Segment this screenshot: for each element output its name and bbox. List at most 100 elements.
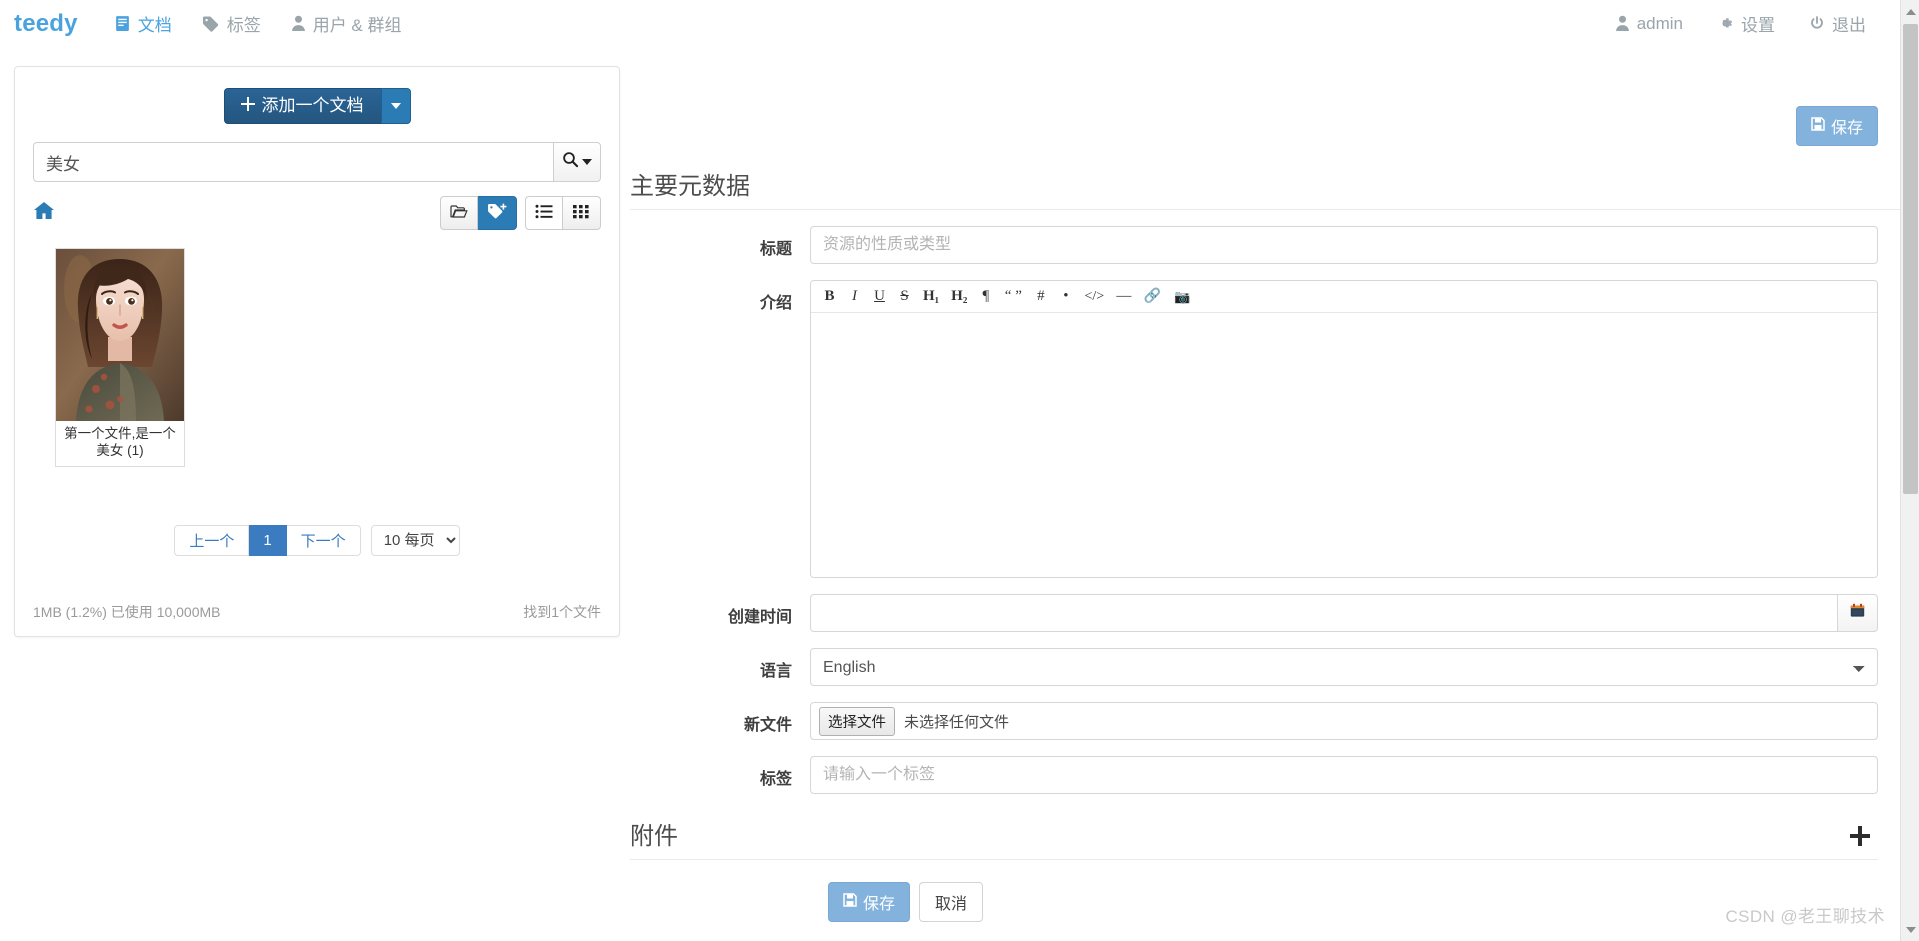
add-document-dropdown-toggle[interactable]: [381, 88, 411, 124]
add-document-label: 添加一个文档: [262, 97, 364, 114]
nav-item-documents[interactable]: 文档: [114, 11, 172, 36]
created-date-input[interactable]: [810, 594, 1838, 632]
bold-icon[interactable]: B: [817, 283, 842, 311]
search-input[interactable]: [33, 142, 553, 182]
page-scrollbar[interactable]: [1900, 0, 1919, 941]
file-picker[interactable]: 选择文件 未选择任何文件: [810, 702, 1878, 740]
save-icon: [1811, 117, 1825, 136]
power-icon: [1809, 15, 1825, 32]
nav-item-users-groups[interactable]: 用户 & 群组: [291, 11, 402, 36]
tags-input[interactable]: [810, 756, 1878, 794]
nav-item-settings-label: 设置: [1741, 11, 1775, 36]
per-page-select[interactable]: 10 每页: [371, 525, 460, 556]
form-row-new-file: 新文件 选择文件 未选择任何文件: [630, 702, 1900, 740]
heading-1-icon[interactable]: H₁: [917, 283, 945, 311]
search-group: [33, 142, 601, 182]
quote-icon[interactable]: “ ”: [998, 283, 1028, 311]
description-editor: B I U S H₁ H₂ ¶ “ ” # • </> — 🔗 📷: [810, 280, 1878, 578]
scroll-down-arrow-icon[interactable]: [1901, 920, 1919, 939]
calendar-button[interactable]: [1838, 594, 1878, 632]
document-icon: [114, 15, 131, 32]
home-icon[interactable]: [33, 201, 55, 226]
bullet-list-icon[interactable]: •: [1053, 283, 1078, 311]
horizontal-rule-icon[interactable]: —: [1110, 283, 1137, 311]
section-title-attachments: 附件: [630, 816, 678, 851]
view-toggle-groups: [440, 196, 601, 230]
folder-open-icon: [450, 204, 468, 222]
save-button-top[interactable]: 保存: [1796, 106, 1878, 146]
heading-2-icon[interactable]: H₂: [945, 283, 973, 311]
section-attachments-header: 附件: [630, 816, 1878, 860]
scroll-up-arrow-icon[interactable]: [1901, 2, 1919, 21]
search-icon: [562, 151, 579, 173]
save-button-bottom[interactable]: 保存: [828, 882, 910, 922]
paragraph-icon[interactable]: ¶: [973, 283, 998, 311]
editor-toolbar: B I U S H₁ H₂ ¶ “ ” # • </> — 🔗 📷: [811, 281, 1877, 313]
top-navbar: teedy 文档 标签 用户 & 群组: [0, 0, 1900, 47]
add-document-group: 添加一个文档: [15, 67, 619, 124]
gear-icon: [1717, 15, 1734, 32]
results-count-label: 找到1个文件: [523, 602, 601, 622]
panel-toolbar: [33, 196, 601, 230]
next-page-button[interactable]: 下一个: [287, 525, 361, 556]
brand-logo[interactable]: teedy: [14, 10, 78, 38]
section-title-main-metadata: 主要元数据: [630, 166, 1900, 210]
search-button[interactable]: [553, 142, 601, 182]
list-view-button[interactable]: [525, 196, 563, 230]
nav-item-settings[interactable]: 设置: [1717, 11, 1775, 36]
top-save-row: 保存: [630, 56, 1900, 146]
title-label: 标题: [630, 226, 810, 259]
document-title: 第一个文件,是一个美女 (1): [56, 421, 184, 466]
app-root: teedy 文档 标签 用户 & 群组: [0, 0, 1919, 941]
page-buttons: 上一个 1 下一个: [174, 525, 360, 556]
pagination: 上一个 1 下一个 10 每页: [15, 525, 619, 556]
underline-icon[interactable]: U: [867, 283, 892, 311]
save-button-bottom-label: 保存: [863, 890, 895, 914]
prev-page-button[interactable]: 上一个: [174, 525, 249, 556]
form-row-description: 介绍 B I U S H₁ H₂ ¶ “ ” # • </>: [630, 280, 1900, 578]
image-icon[interactable]: 📷: [1167, 283, 1197, 311]
plus-icon: [241, 97, 255, 114]
page-1-button[interactable]: 1: [249, 525, 286, 556]
add-document-button[interactable]: 添加一个文档: [224, 88, 381, 124]
grid-icon: [573, 204, 590, 222]
save-button-top-label: 保存: [1831, 114, 1863, 138]
nav-item-tags-label: 标签: [227, 11, 261, 36]
source-view-group: [440, 196, 517, 230]
description-label: 介绍: [630, 280, 810, 313]
grid-view-button[interactable]: [563, 196, 601, 230]
title-input[interactable]: [810, 226, 1878, 264]
search-options-caret-icon: [582, 159, 592, 165]
language-select[interactable]: English: [810, 648, 1878, 686]
form-row-tags: 标签: [630, 756, 1900, 794]
documents-grid: 第一个文件,是一个美女 (1): [55, 248, 619, 467]
ordered-list-icon[interactable]: #: [1028, 283, 1053, 311]
form-row-title: 标题: [630, 226, 1900, 264]
watermark: CSDN @老王聊技术: [1725, 902, 1885, 927]
nav-item-tags[interactable]: 标签: [202, 11, 261, 36]
choose-file-button[interactable]: 选择文件: [819, 707, 895, 736]
new-file-label: 新文件: [630, 702, 810, 735]
nav-item-admin[interactable]: admin: [1615, 14, 1683, 34]
documents-panel: 添加一个文档: [14, 66, 620, 637]
code-icon[interactable]: </>: [1078, 283, 1110, 311]
strikethrough-icon[interactable]: S: [892, 283, 917, 311]
language-label: 语言: [630, 648, 810, 681]
nav-item-documents-label: 文档: [138, 11, 172, 36]
tag-view-button[interactable]: [478, 196, 517, 230]
list-icon: [535, 204, 553, 222]
add-attachment-button[interactable]: [1842, 824, 1878, 851]
cancel-button[interactable]: 取消: [919, 882, 983, 922]
nav-item-admin-label: admin: [1637, 14, 1683, 34]
description-textarea[interactable]: [811, 313, 1877, 577]
created-date-label: 创建时间: [630, 594, 810, 627]
form-row-language: 语言 English: [630, 648, 1900, 686]
italic-icon[interactable]: I: [842, 283, 867, 311]
document-card[interactable]: 第一个文件,是一个美女 (1): [55, 248, 185, 467]
file-status-label: 未选择任何文件: [904, 711, 1009, 732]
link-icon[interactable]: 🔗: [1137, 283, 1167, 311]
nav-item-logout[interactable]: 退出: [1809, 11, 1866, 36]
scrollbar-thumb[interactable]: [1903, 24, 1918, 494]
folder-view-button[interactable]: [440, 196, 478, 230]
nav-right: admin 设置 退出: [1615, 11, 1866, 36]
